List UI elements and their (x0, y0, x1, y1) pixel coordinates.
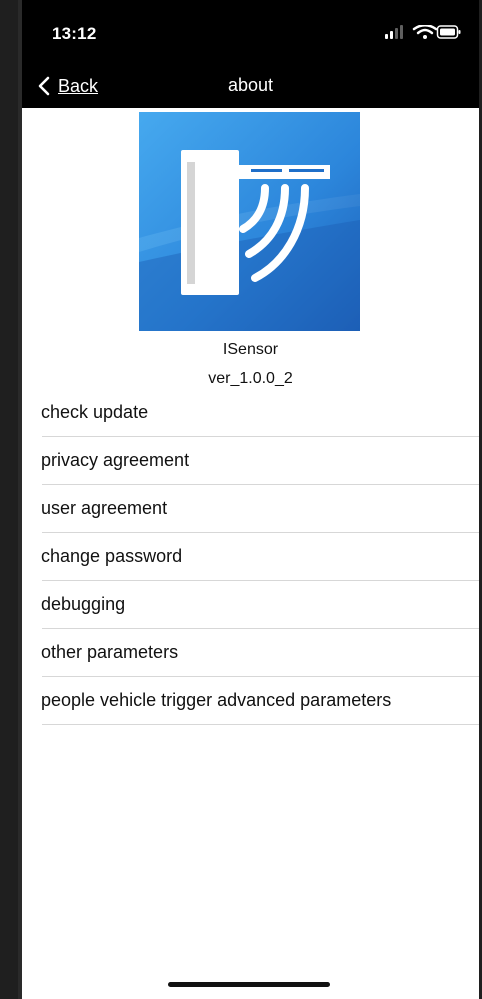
menu-item-people-vehicle-trigger-advanced-parameters[interactable]: people vehicle trigger advanced paramete… (41, 677, 479, 725)
about-menu: check update privacy agreement user agre… (41, 389, 479, 725)
barrier-sensor-icon (139, 112, 360, 331)
home-indicator (168, 982, 330, 987)
menu-item-label: other parameters (41, 642, 179, 662)
menu-item-label: debugging (41, 594, 126, 614)
top-bar: 13:12 Back about (22, 0, 479, 108)
status-time: 13:12 (52, 24, 97, 43)
menu-item-change-password[interactable]: change password (41, 533, 479, 581)
menu-item-debugging[interactable]: debugging (41, 581, 479, 629)
menu-item-label: privacy agreement (41, 450, 190, 470)
battery-icon (436, 25, 461, 39)
menu-item-user-agreement[interactable]: user agreement (41, 485, 479, 533)
menu-item-label: people vehicle trigger advanced paramete… (41, 690, 392, 710)
app-version: ver_1.0.0_2 (208, 370, 293, 387)
menu-item-label: check update (41, 402, 149, 422)
menu-item-other-parameters[interactable]: other parameters (41, 629, 479, 677)
status-icons (385, 25, 461, 39)
menu-item-label: user agreement (41, 498, 168, 518)
menu-item-privacy-agreement[interactable]: privacy agreement (41, 437, 479, 485)
app-name: ISensor (222, 341, 279, 358)
menu-item-check-update[interactable]: check update (41, 389, 479, 437)
page-title: about (227, 75, 274, 95)
signal-icon (385, 25, 403, 39)
about-screen: 13:12 Back about ISensor ver_1.0.0_2 che… (18, 0, 479, 999)
wifi-icon (412, 25, 438, 39)
menu-item-label: change password (41, 546, 183, 566)
